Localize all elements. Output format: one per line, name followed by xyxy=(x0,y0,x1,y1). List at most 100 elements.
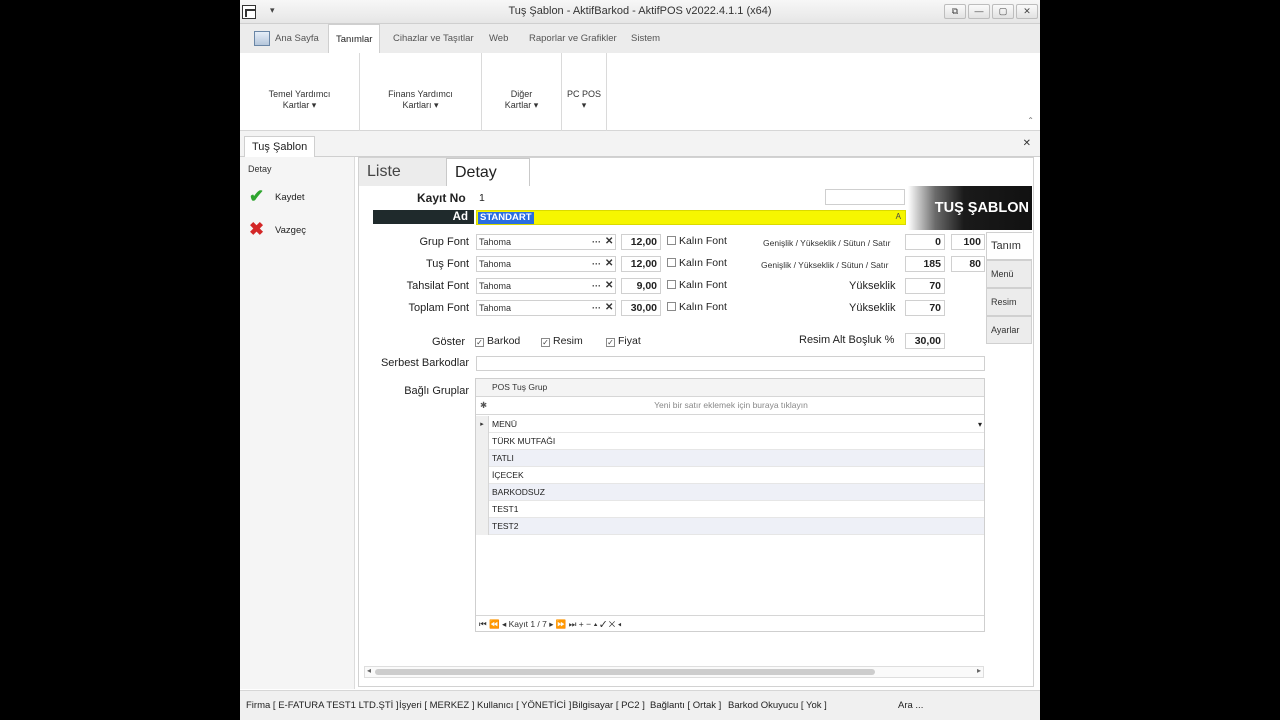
tab-web[interactable]: Web xyxy=(489,24,508,53)
total-font-label: Toplam Font xyxy=(408,302,469,314)
key-font-label: Tuş Font xyxy=(426,258,469,270)
ribbon-group-temel[interactable]: Temel Yardımcı Kartlar ▾ xyxy=(240,53,360,131)
clear-icon[interactable]: ✕ xyxy=(605,279,613,293)
key-font-select[interactable]: Tahoma ··· ✕ xyxy=(476,256,616,272)
status-kullanici: Kullanıcı [ YÖNETİCİ ] xyxy=(477,700,572,711)
horizontal-scrollbar[interactable]: ◂ ▸ xyxy=(364,666,984,678)
table-row[interactable]: BARKODSUZ xyxy=(476,484,984,501)
browse-icon[interactable]: ··· xyxy=(592,279,601,293)
scroll-right-icon[interactable]: ▸ xyxy=(977,666,981,675)
payment-height-field[interactable]: 70 xyxy=(905,278,945,294)
side-tab-resim[interactable]: Resim xyxy=(986,288,1032,316)
application-window: ▾ Tuş Şablon - AktifBarkod - AktifPOS v2… xyxy=(240,0,1040,720)
ribbon-group-diger[interactable]: Diğer Kartlar ▾ xyxy=(482,53,562,131)
group-font-label: Grup Font xyxy=(419,236,469,248)
grid-header[interactable]: POS Tuş Grup xyxy=(476,379,984,397)
ribbon-group-pcpos[interactable]: PC POS ▾ xyxy=(562,53,607,131)
total-font-value: Tahoma xyxy=(479,303,512,313)
total-font-size[interactable]: 30,00 xyxy=(621,300,661,316)
key-width-field[interactable]: 185 xyxy=(905,256,945,272)
browse-icon[interactable]: ··· xyxy=(592,301,601,315)
total-height-label: Yükseklik xyxy=(849,302,896,314)
ribbon-group-finans[interactable]: Finans Yardımcı Kartları ▾ xyxy=(360,53,482,131)
row-indicator xyxy=(476,467,489,484)
clear-icon[interactable]: ✕ xyxy=(605,257,613,271)
show-label: Göster xyxy=(431,336,465,348)
total-height-field[interactable]: 70 xyxy=(905,300,945,316)
status-firma: Firma [ E-FATURA TEST1 LTD.ŞTİ ] xyxy=(246,700,399,711)
key-font-bold-checkbox[interactable]: Kalın Font xyxy=(667,257,727,269)
checkmark-icon: ✔ xyxy=(249,186,265,206)
key-height-field[interactable]: 80 xyxy=(951,256,985,272)
group-font-size[interactable]: 12,00 xyxy=(621,234,661,250)
show-price-checkbox[interactable]: ✓ Fiyat xyxy=(606,335,641,347)
tab-ana-sayfa[interactable]: Ana Sayfa xyxy=(275,24,319,53)
tab-raporlar[interactable]: Raporlar ve Grafikler xyxy=(529,24,617,53)
clear-icon[interactable]: ✕ xyxy=(605,301,613,315)
maximize-button[interactable]: ▢ xyxy=(992,4,1014,19)
group-height-field[interactable]: 100 xyxy=(951,234,985,250)
table-row[interactable]: İÇECEK xyxy=(476,467,984,484)
tab-liste[interactable]: Liste xyxy=(359,158,447,186)
collapse-ribbon-icon[interactable]: ⌃ xyxy=(1027,116,1034,125)
scroll-left-icon[interactable]: ◂ xyxy=(367,666,371,675)
table-row[interactable]: TEST1 xyxy=(476,501,984,518)
clear-icon[interactable]: ✕ xyxy=(605,235,613,249)
close-window-button[interactable]: ✕ xyxy=(1016,4,1038,19)
total-font-bold-checkbox[interactable]: Kalın Font xyxy=(667,301,727,313)
table-row[interactable]: TEST2 xyxy=(476,518,984,535)
grid-navigator[interactable]: ⏮ ⏪ ◂ Kayıt 1 / 7 ▸ ⏩ ⏭ + − ▴ ✓ ✕ ◂ xyxy=(476,615,984,631)
table-row[interactable]: TATLI xyxy=(476,450,984,467)
dropdown-icon[interactable]: ▾ xyxy=(978,416,982,433)
group-width-field[interactable]: 0 xyxy=(905,234,945,250)
table-row[interactable]: TÜRK MUTFAĞI xyxy=(476,433,984,450)
key-font-value: Tahoma xyxy=(479,259,512,269)
close-doc-icon[interactable]: ✕ xyxy=(1023,138,1031,149)
group-font-bold-checkbox[interactable]: Kalın Font xyxy=(667,235,727,247)
name-input[interactable]: STANDART A xyxy=(476,210,906,225)
ribbon-group-label: Finans Yardımcı xyxy=(388,89,453,99)
row-indicator xyxy=(476,484,489,501)
tab-sistem[interactable]: Sistem xyxy=(631,24,660,53)
table-cell: TÜRK MUTFAĞI xyxy=(492,436,556,446)
side-tab-ayarlar[interactable]: Ayarlar xyxy=(986,316,1032,344)
name-input-hint: A xyxy=(895,212,901,221)
payment-font-bold-checkbox[interactable]: Kalın Font xyxy=(667,279,727,291)
status-search[interactable]: Ara ... xyxy=(898,691,923,720)
table-cell: TATLI xyxy=(492,453,514,463)
tab-tanimlar[interactable]: Tanımlar xyxy=(328,24,381,53)
restore-window-icon[interactable]: ⧉ xyxy=(944,4,966,19)
template-logo: TUŞ ŞABLON xyxy=(908,186,1032,230)
ribbon-group-label: Kartlar ▾ xyxy=(504,100,539,110)
grid-new-row[interactable]: ✱ Yeni bir satır eklemek için buraya tıkl… xyxy=(476,397,984,415)
scrollbar-thumb[interactable] xyxy=(375,669,875,675)
record-no-label: Kayıt No xyxy=(417,191,466,205)
show-image-checkbox[interactable]: ✓ Resim xyxy=(541,335,583,347)
browse-icon[interactable]: ··· xyxy=(592,235,601,249)
tab-detay[interactable]: Detay xyxy=(446,158,530,186)
ribbon-group-label: Kartlar ▾ xyxy=(282,100,317,110)
image-bottom-gap-field[interactable]: 30,00 xyxy=(905,333,945,349)
checkbox-checked-icon: ✓ xyxy=(475,338,484,347)
save-label: Kaydet xyxy=(275,192,305,203)
cancel-label: Vazgeç xyxy=(275,225,306,236)
cancel-button[interactable]: ✖ Vazgeç xyxy=(249,220,349,240)
save-button[interactable]: ✔ Kaydet xyxy=(249,187,349,207)
total-font-select[interactable]: Tahoma ··· ✕ xyxy=(476,300,616,316)
show-barcode-checkbox[interactable]: ✓ Barkod xyxy=(475,335,520,347)
key-font-size[interactable]: 12,00 xyxy=(621,256,661,272)
table-row[interactable]: ▸ MENÜ ▾ xyxy=(476,416,984,433)
left-action-panel: Detay ✔ Kaydet ✖ Vazgeç xyxy=(240,157,355,689)
side-tab-menu[interactable]: Menü xyxy=(986,260,1032,288)
doc-tab-tus-sablon[interactable]: Tuş Şablon xyxy=(244,136,316,157)
record-extra-field[interactable] xyxy=(825,189,905,205)
minimize-button[interactable]: — xyxy=(968,4,990,19)
payment-font-size[interactable]: 9,00 xyxy=(621,278,661,294)
payment-font-select[interactable]: Tahoma ··· ✕ xyxy=(476,278,616,294)
free-barcodes-input[interactable] xyxy=(476,356,985,371)
side-tab-tanim[interactable]: Tanım xyxy=(986,232,1032,260)
linked-groups-grid: POS Tuş Grup ✱ Yeni bir satır eklemek içi… xyxy=(475,378,985,632)
tab-cihazlar[interactable]: Cihazlar ve Taşıtlar xyxy=(393,24,474,53)
group-font-select[interactable]: Tahoma ··· ✕ xyxy=(476,234,616,250)
browse-icon[interactable]: ··· xyxy=(592,257,601,271)
